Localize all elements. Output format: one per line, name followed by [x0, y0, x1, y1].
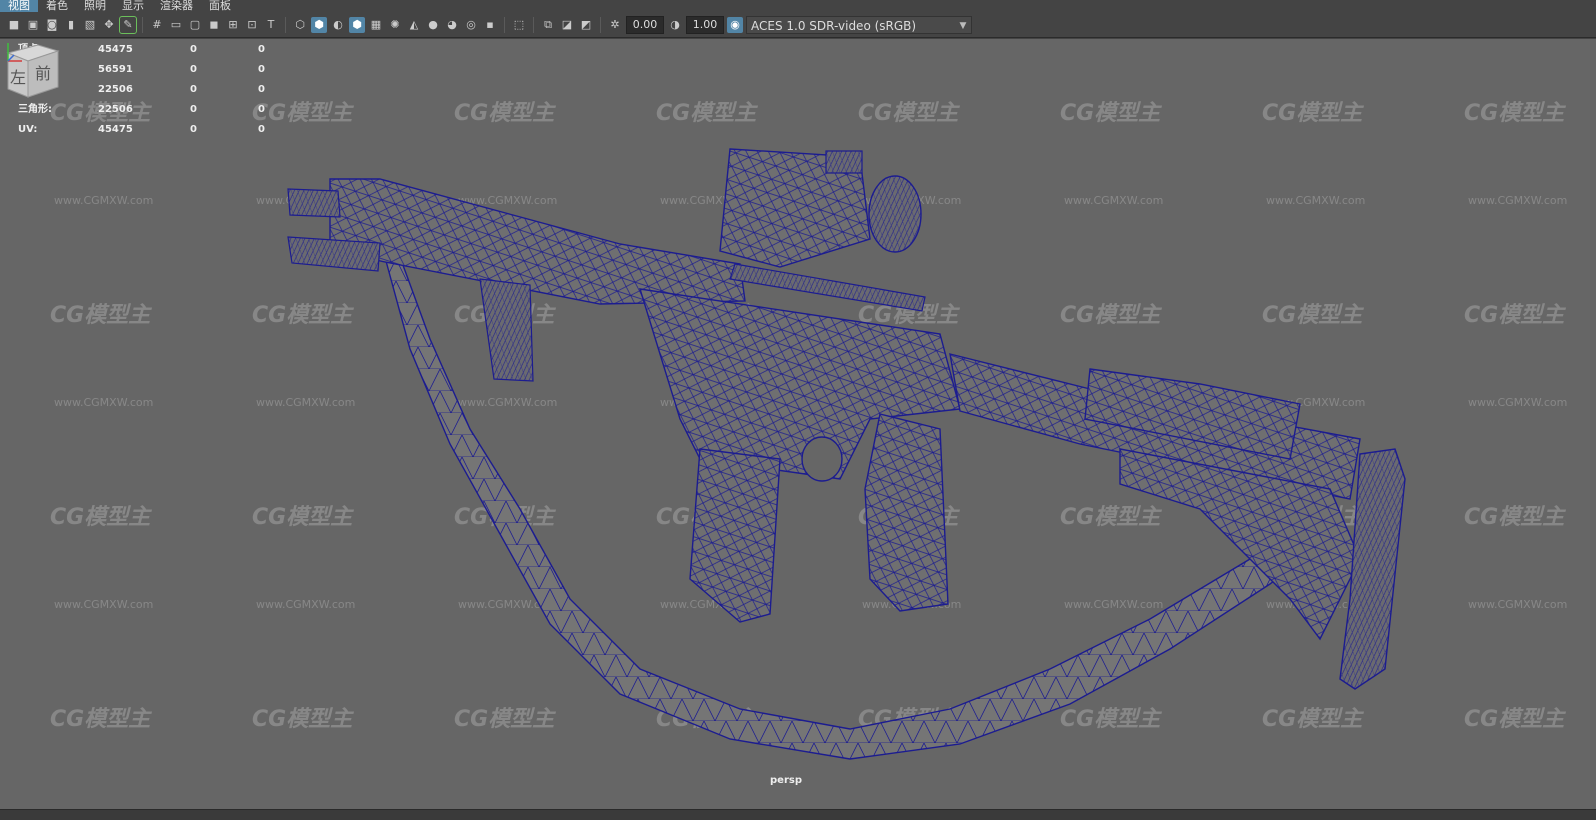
smooth-shade-icon[interactable]: ⬢ [311, 16, 327, 33]
safe-title-icon[interactable]: T [263, 17, 279, 33]
hud-value: 0 [258, 124, 265, 135]
use-all-lights-icon[interactable]: ✺ [387, 17, 403, 33]
axis-gizmo-icon [7, 43, 22, 62]
color-management-icon[interactable]: ◉ [727, 16, 743, 33]
film-gate-icon[interactable]: ▭ [168, 17, 184, 33]
hud-label: 三角形: [18, 104, 52, 115]
perspective-viewport[interactable]: CG模型主 CG模型主 CG模型主 CG模型主 CG模型主 CG模型主 CG模型主 CG模型主… [0, 39, 1596, 809]
trigger-guard [801, 436, 843, 482]
xray-icon[interactable]: ⧉ [540, 17, 556, 33]
muzzle [287, 188, 341, 218]
viewcube-left-label: 左 [10, 68, 26, 87]
foregrip [479, 278, 534, 382]
toolbar-separator [142, 16, 143, 33]
flashlight [287, 236, 381, 272]
panel-menu-bar: 视图 着色 照明 显示 渲染器 面板 [0, 0, 1596, 12]
camera-name-label: persp [770, 775, 802, 786]
hud-value: 0 [190, 124, 197, 135]
wireframe-icon[interactable]: ⬡ [292, 17, 308, 33]
hud-value: 0 [190, 104, 197, 115]
menu-renderer[interactable]: 渲染器 [152, 0, 201, 12]
textured-icon[interactable]: ▦ [368, 17, 384, 33]
hud-row-uvs: UV: 45475 0 0 [18, 120, 298, 140]
hud-value: 0 [190, 84, 197, 95]
grease-pencil-icon[interactable]: ✎ [119, 15, 137, 34]
gamma-field[interactable]: 1.00 [686, 15, 724, 34]
exposure-icon[interactable]: ✲ [607, 17, 623, 33]
chevron-down-icon: ▼ [959, 20, 967, 31]
safe-action-icon[interactable]: ⊡ [244, 17, 260, 33]
hud-value: 0 [190, 44, 197, 55]
grid-icon[interactable]: # [149, 17, 165, 33]
scope-lens [868, 175, 922, 253]
toolbar-separator [504, 16, 505, 33]
hud-value: 56591 [98, 64, 133, 75]
toolbar-separator [285, 16, 286, 33]
gamma-icon[interactable]: ◑ [667, 17, 683, 33]
menu-view[interactable]: 视图 [0, 0, 38, 12]
camera-icon[interactable]: ■ [6, 17, 22, 33]
isolate-select-icon[interactable]: ⬚ [511, 17, 527, 33]
panel-toolbar: ■ ▣ ◙ ▮ ▧ ✥ ✎ # ▭ ▢ ◼ ⊞ ⊡ T ⬡ ⬢ ◐ ⬢ ▦ ✺ … [0, 12, 1596, 38]
image-plane-icon[interactable]: ▧ [82, 17, 98, 33]
exposure-field[interactable]: 0.00 [626, 15, 664, 34]
hud-row-triangles: 三角形: 22506 0 0 [18, 100, 298, 120]
color-space-dropdown[interactable]: ACES 1.0 SDR-video (sRGB) ▼ [746, 15, 972, 34]
shadows-icon[interactable]: ◭ [406, 17, 422, 33]
magazine [689, 448, 781, 623]
wireframe-on-shaded-icon[interactable]: ⬢ [349, 16, 365, 33]
time-slider[interactable] [0, 809, 1596, 820]
pistol-grip [864, 413, 949, 612]
rifle-wireframe-model[interactable] [0, 39, 1596, 809]
default-material-icon[interactable]: ◐ [330, 17, 346, 33]
xray-joints-icon[interactable]: ◪ [559, 17, 575, 33]
hud-value: 45475 [98, 124, 133, 135]
hud-value: 0 [190, 64, 197, 75]
hud-value: 0 [258, 44, 265, 55]
motion-blur-icon[interactable]: ◕ [444, 17, 460, 33]
hud-value: 22506 [98, 104, 133, 115]
screen-space-ao-icon[interactable]: ● [425, 17, 441, 33]
bookmark-icon[interactable]: ▮ [63, 17, 79, 33]
toolbar-separator [533, 16, 534, 33]
xray-components-icon[interactable]: ◩ [578, 17, 594, 33]
toolbar-separator [600, 16, 601, 33]
menu-panels[interactable]: 面板 [201, 0, 239, 12]
menu-shading[interactable]: 着色 [38, 0, 76, 12]
field-chart-icon[interactable]: ⊞ [225, 17, 241, 33]
hud-value: 22506 [98, 84, 133, 95]
color-space-value: ACES 1.0 SDR-video (sRGB) [751, 18, 917, 33]
two-d-pan-zoom-icon[interactable]: ✥ [101, 17, 117, 33]
gate-mask-icon[interactable]: ◼ [206, 17, 222, 33]
hud-value: 0 [258, 84, 265, 95]
resolution-gate-icon[interactable]: ▢ [187, 17, 203, 33]
scope-mount [729, 263, 926, 312]
hud-value: 0 [258, 64, 265, 75]
hud-label: UV: [18, 124, 38, 135]
scope-turret [825, 150, 863, 174]
depth-of-field-icon[interactable]: ▪ [482, 17, 498, 33]
viewcube-front-label: 前 [35, 64, 51, 83]
menu-show[interactable]: 显示 [114, 0, 152, 12]
bookmark-camera-icon[interactable]: ◙ [44, 17, 60, 33]
hud-value: 45475 [98, 44, 133, 55]
camera-attributes-icon[interactable]: ▣ [25, 17, 41, 33]
hud-value: 0 [258, 104, 265, 115]
anti-aliasing-icon[interactable]: ◎ [463, 17, 479, 33]
menu-lighting[interactable]: 照明 [76, 0, 114, 12]
